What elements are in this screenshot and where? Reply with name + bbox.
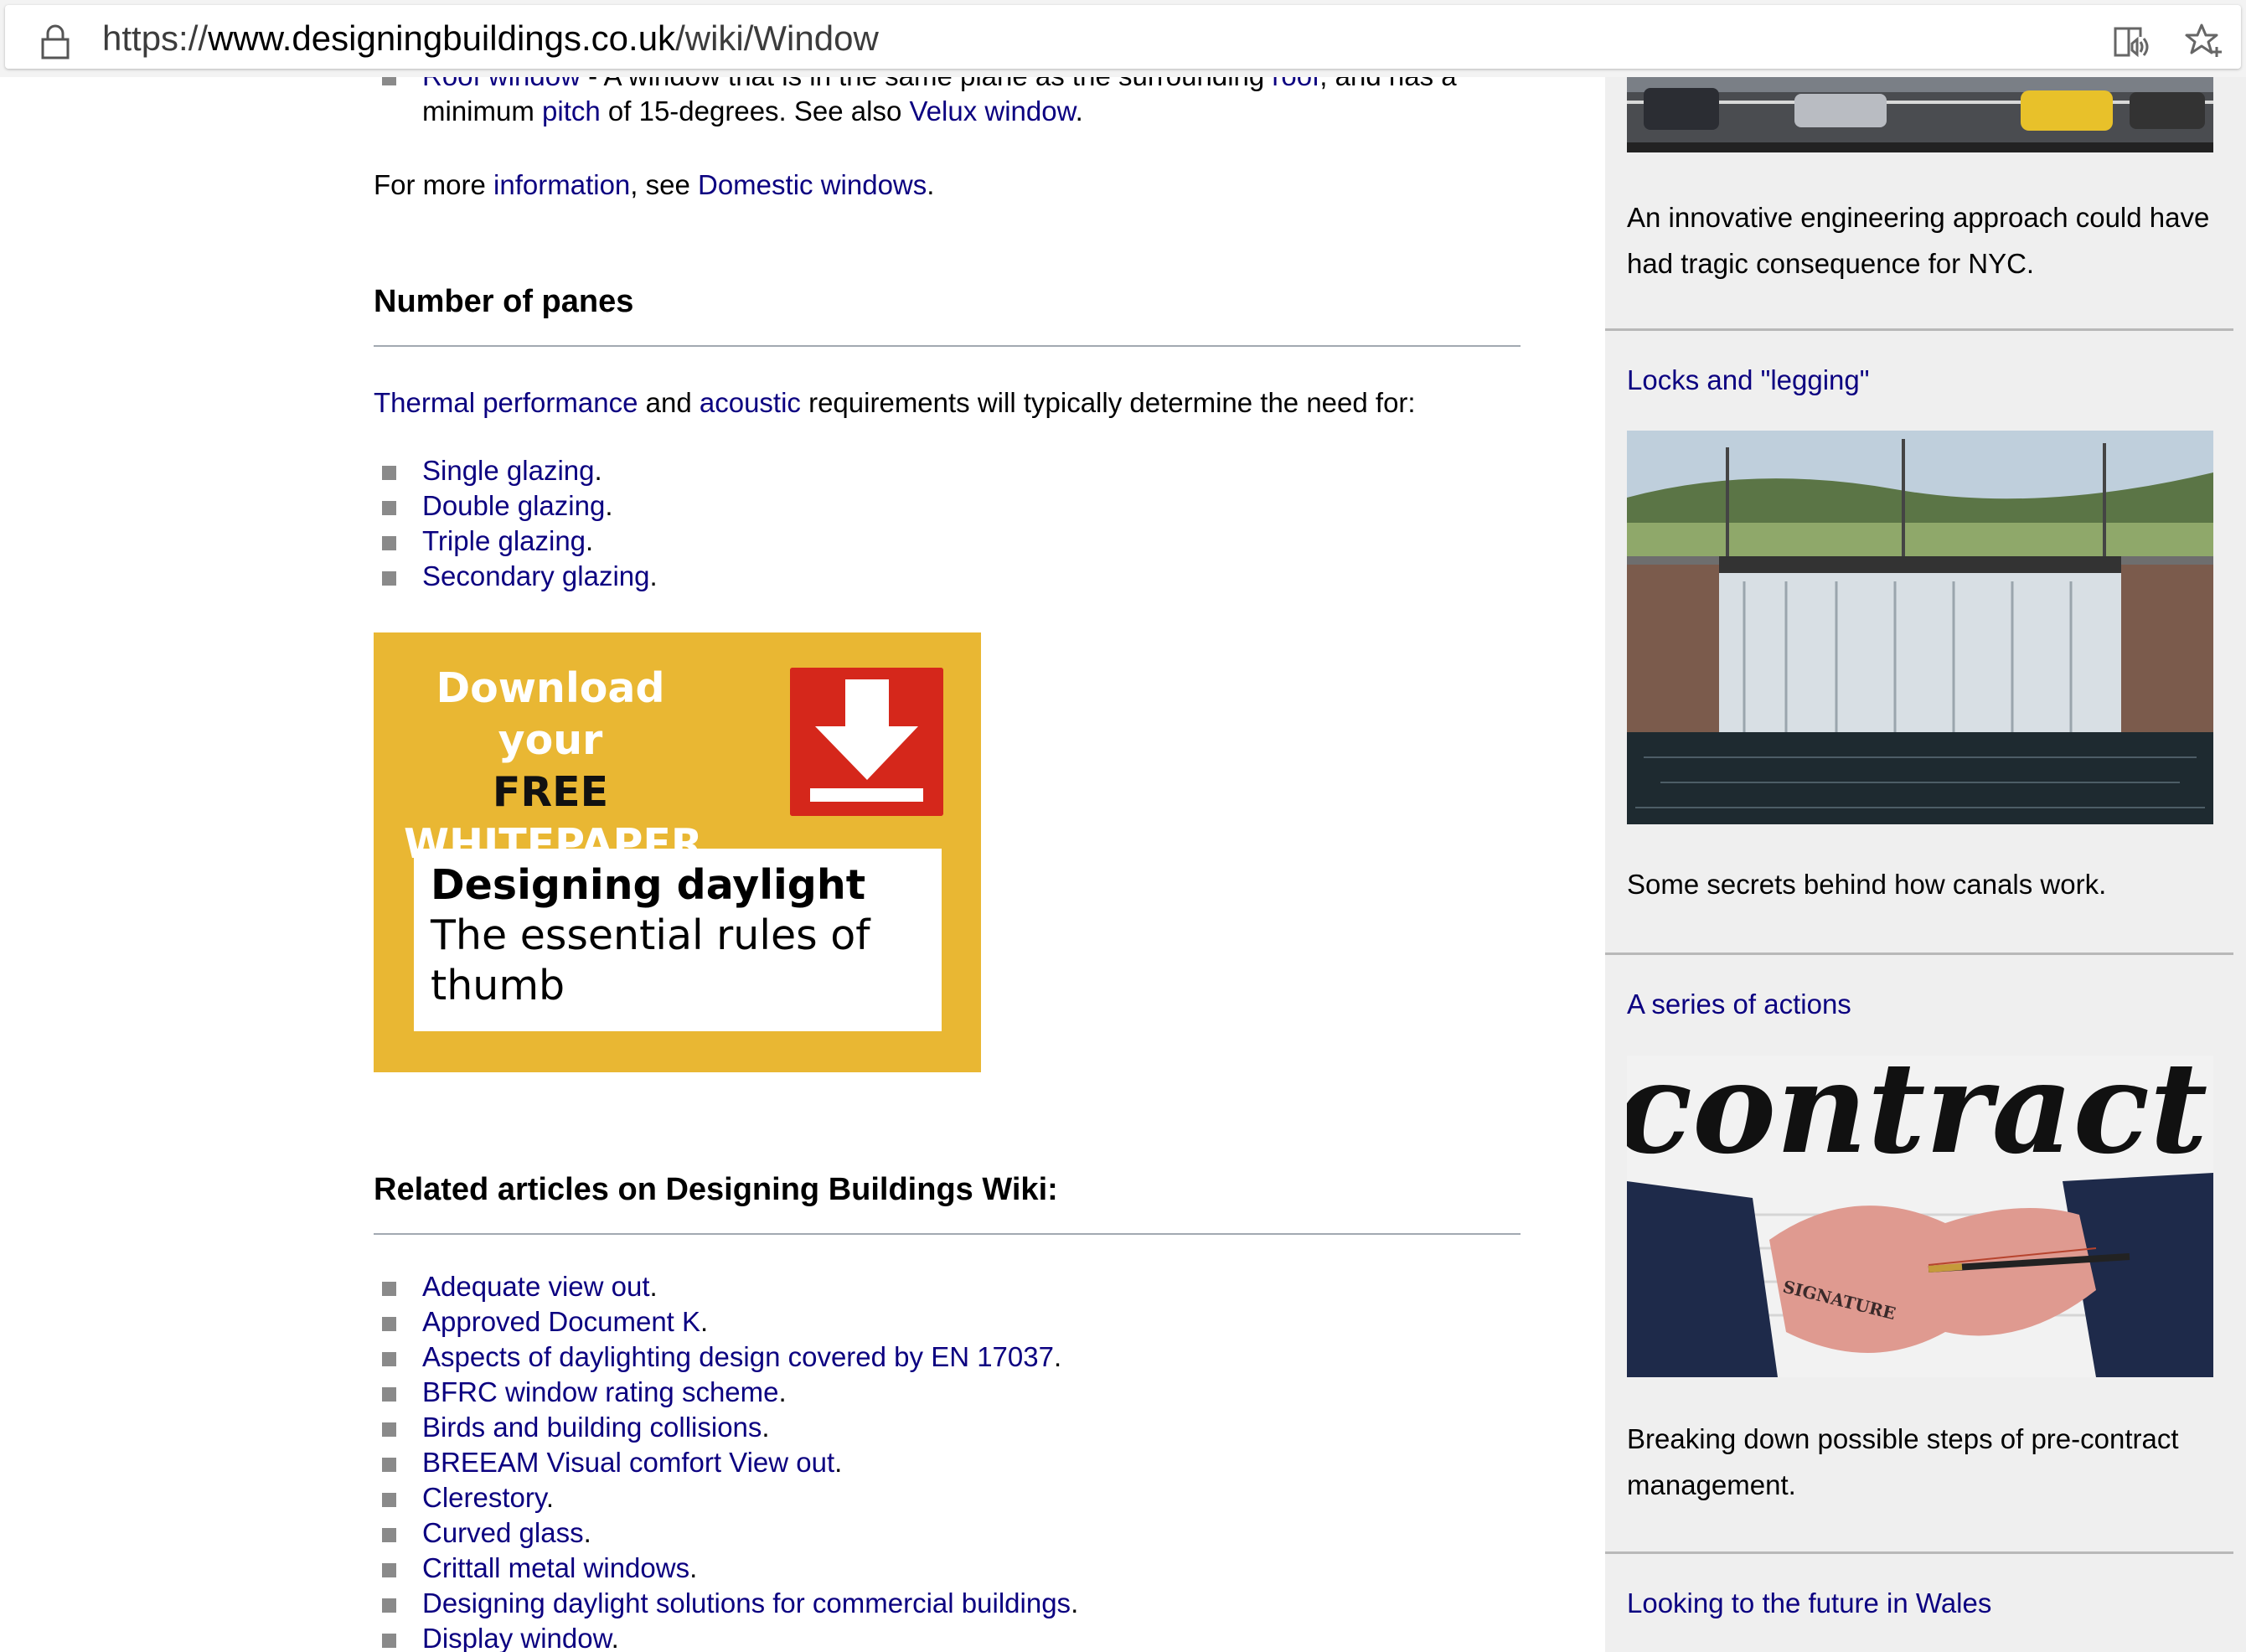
related-link[interactable]: Designing daylight solutions for commerc… <box>422 1587 1071 1618</box>
pitch-link[interactable]: pitch <box>542 96 601 126</box>
whitepaper-headline: Download your FREE WHITEPAPER <box>404 663 703 870</box>
favorite-star-icon[interactable] <box>2183 22 2223 62</box>
related-link[interactable]: Crittall metal windows <box>422 1552 689 1583</box>
sidebar-divider <box>1605 1551 2233 1554</box>
whitepaper-download-banner[interactable]: Download your FREE WHITEPAPER Designing … <box>374 632 981 1072</box>
more-info-paragraph: For more information, see Domestic windo… <box>374 168 934 203</box>
list-item: Curved glass. <box>374 1515 1496 1551</box>
list-item: Adequate view out. <box>374 1269 1496 1304</box>
domestic-windows-link[interactable]: Domestic windows <box>698 169 927 200</box>
related-link[interactable]: BREEAM Visual comfort View out <box>422 1447 834 1478</box>
related-link[interactable]: BFRC window rating scheme <box>422 1376 779 1407</box>
list-item: Single glazing. <box>374 453 1496 488</box>
list-item: Birds and building collisions. <box>374 1410 1496 1445</box>
sidebar-card-title-series-of-actions[interactable]: A series of actions <box>1627 987 1851 1022</box>
whitepaper-line: Download your <box>436 664 665 764</box>
roof-window-list: Roof window - A window that is in the sa… <box>374 77 1496 129</box>
list-item: Display window. <box>374 1621 1496 1652</box>
street-photo <box>1627 77 2213 152</box>
glazing-list: Single glazing. Double glazing. Triple g… <box>374 453 1496 594</box>
single-glazing-link[interactable]: Single glazing <box>422 455 594 486</box>
sidebar-card-caption: An innovative engineering approach could… <box>1627 202 2210 279</box>
sidebar-card-caption: Some secrets behind how canals work. <box>1627 869 2107 900</box>
paragraph-text: . <box>927 169 935 200</box>
related-link[interactable]: Clerestory <box>422 1482 546 1513</box>
sidebar-card-caption: Breaking down possible steps of pre-cont… <box>1627 1423 2179 1500</box>
whitepaper-line: FREE <box>492 768 609 816</box>
list-item-text: of 15-degrees. See also <box>600 96 910 126</box>
whitepaper-title: Designing daylight <box>431 861 866 909</box>
article-thumbnail-nyc[interactable] <box>1627 77 2213 152</box>
secondary-glazing-link[interactable]: Secondary glazing <box>422 560 650 591</box>
browser-address-bar: https://www.designingbuildings.co.uk/wik… <box>0 0 2246 77</box>
double-glazing-link[interactable]: Double glazing <box>422 490 605 521</box>
related-link[interactable]: Birds and building collisions <box>422 1412 762 1443</box>
sidebar-card-title-wales[interactable]: Looking to the future in Wales <box>1627 1586 1991 1621</box>
list-item-text: . <box>1075 96 1083 126</box>
paragraph-text: and <box>638 387 700 418</box>
paragraph-text: , see <box>630 169 698 200</box>
article-content: Roof window - A window that is in the sa… <box>374 77 1521 1652</box>
list-item: Designing daylight solutions for commerc… <box>374 1586 1496 1621</box>
canal-lock-photo <box>1627 431 2213 824</box>
thermal-performance-link[interactable]: Thermal performance <box>374 387 638 418</box>
triple-glazing-link[interactable]: Triple glazing <box>422 525 586 556</box>
acoustic-link[interactable]: acoustic <box>700 387 801 418</box>
contract-handshake-photo: contract SIGNATURE <box>1627 1056 2213 1377</box>
paragraph-text: requirements will typically determine th… <box>800 387 1416 418</box>
related-link[interactable]: Curved glass <box>422 1517 584 1548</box>
related-link[interactable]: Adequate view out <box>422 1271 650 1302</box>
roof-window-link[interactable]: Roof window <box>422 77 581 91</box>
sidebar-divider <box>1605 328 2233 331</box>
section-heading-related-articles: Related articles on Designing Buildings … <box>374 1170 1521 1235</box>
related-link[interactable]: Display window <box>422 1623 612 1652</box>
list-item: BFRC window rating scheme. <box>374 1375 1496 1410</box>
related-link[interactable]: Aspects of daylighting design covered by… <box>422 1341 1054 1372</box>
roof-link[interactable]: roof <box>1272 77 1319 91</box>
information-link[interactable]: information <box>493 169 630 200</box>
sidebar-featured-articles: An innovative engineering approach could… <box>1605 77 2246 1652</box>
list-item: Double glazing. <box>374 488 1496 524</box>
article-thumbnail-contract[interactable]: contract SIGNATURE <box>1627 1056 2213 1377</box>
list-item: Secondary glazing. <box>374 559 1496 594</box>
list-item: BREEAM Visual comfort View out. <box>374 1445 1496 1480</box>
sidebar-divider <box>1605 952 2233 955</box>
related-articles-list: Adequate view out. Approved Document K. … <box>374 1269 1496 1652</box>
paragraph-text: For more <box>374 169 494 200</box>
list-item: Aspects of daylighting design covered by… <box>374 1340 1496 1375</box>
article-thumbnail-canal-lock[interactable] <box>1627 431 2213 824</box>
list-item: Approved Document K. <box>374 1304 1496 1340</box>
url-text[interactable]: https://www.designingbuildings.co.uk/wik… <box>102 18 879 59</box>
lock-icon[interactable] <box>39 23 72 60</box>
url-field[interactable]: https://www.designingbuildings.co.uk/wik… <box>5 5 2241 69</box>
section-heading-number-of-panes: Number of panes <box>374 282 1521 347</box>
whitepaper-title-box: Designing daylight The essential rules o… <box>414 849 942 1031</box>
list-item: Triple glazing. <box>374 524 1496 559</box>
url-domain: www.designingbuildings.co.uk <box>208 18 676 58</box>
url-path: /wiki/Window <box>675 18 879 58</box>
velux-window-link[interactable]: Velux window <box>909 96 1075 126</box>
list-item: Roof window - A window that is in the sa… <box>374 77 1496 129</box>
sidebar-card-title-locks[interactable]: Locks and "legging" <box>1627 363 1869 398</box>
panes-intro-paragraph: Thermal performance and acoustic require… <box>374 385 1416 421</box>
list-item: Crittall metal windows. <box>374 1551 1496 1586</box>
whitepaper-subtitle: The essential rules of thumb <box>431 911 870 1009</box>
reader-view-icon[interactable] <box>2110 22 2150 62</box>
list-item: Clerestory. <box>374 1480 1496 1515</box>
download-icon <box>790 668 943 816</box>
contract-word: contract <box>1627 1056 2207 1182</box>
related-link[interactable]: Approved Document K <box>422 1306 700 1337</box>
url-scheme: https:// <box>102 18 209 58</box>
list-item-text: - A window that is in the same plane as … <box>581 77 1272 91</box>
